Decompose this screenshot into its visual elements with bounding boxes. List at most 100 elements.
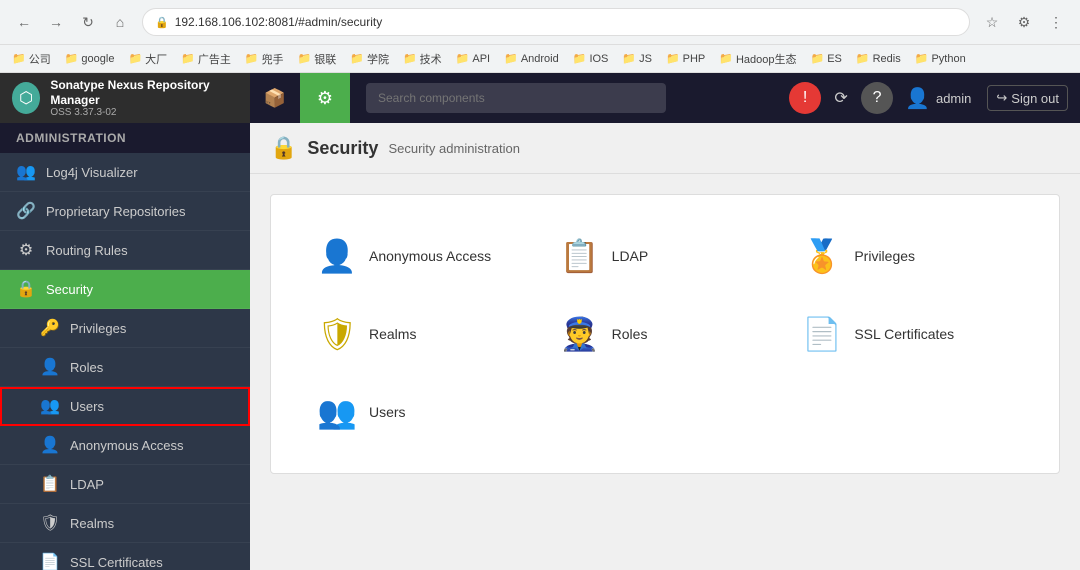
realms-grid-icon: 🛡 [317, 315, 357, 353]
sidebar-item-anonymous-label: Anonymous Access [70, 438, 183, 453]
sidebar-item-security-label: Security [46, 282, 93, 297]
logo-text: Sonatype Nexus Repository Manager OSS 3.… [50, 78, 238, 118]
sidebar-item-ldap-label: LDAP [70, 477, 104, 492]
home-button[interactable]: ⌂ [106, 8, 134, 36]
sidebar-item-users[interactable]: 👥 Users [0, 387, 250, 426]
security-icon: 🔒 [16, 279, 36, 299]
sign-out-button[interactable]: ↪ Sign out [987, 85, 1068, 111]
admin-label: admin [936, 91, 971, 106]
bookmark-doushou[interactable]: 📁 兜手 [241, 49, 288, 69]
bookmark-js[interactable]: 📁 JS [618, 50, 656, 67]
app-version: OSS 3.37.3-02 [50, 107, 238, 118]
log4j-icon: 👥 [16, 162, 36, 182]
bookmark-php[interactable]: 📁 PHP [662, 50, 709, 67]
bookmark-redis[interactable]: 📁 Redis [852, 50, 905, 67]
privileges-label: Privileges [854, 248, 915, 264]
forward-button[interactable]: → [42, 8, 70, 36]
privileges-grid-icon: 🏅 [802, 237, 842, 275]
grid-item-roles[interactable]: 👮 Roles [544, 303, 787, 365]
sidebar-item-log4j[interactable]: 👥 Log4j Visualizer [0, 153, 250, 192]
search-input[interactable] [366, 83, 666, 113]
sidebar-item-roles[interactable]: 👤 Roles [0, 348, 250, 387]
content-body: 👤 Anonymous Access 📋 LDAP 🏅 Privileges 🛡… [250, 174, 1080, 494]
admin-user[interactable]: 👤 admin [897, 82, 979, 115]
roles-icon: 👤 [40, 357, 60, 377]
ldap-label: LDAP [612, 248, 649, 264]
nav-browse-button[interactable]: 📦 [250, 73, 300, 123]
sidebar-item-proprietary[interactable]: 🔗 Proprietary Repositories [0, 192, 250, 231]
bookmark-google[interactable]: 📁 google [61, 50, 119, 67]
bookmark-yinlian[interactable]: 📁 银联 [294, 49, 341, 69]
sidebar: Administration 👥 Log4j Visualizer 🔗 Prop… [0, 123, 250, 570]
sidebar-item-routing[interactable]: ⚙ Routing Rules [0, 231, 250, 270]
alert-icon[interactable]: ! [789, 82, 821, 114]
bookmark-api[interactable]: 📁 API [452, 50, 494, 67]
grid-item-anonymous[interactable]: 👤 Anonymous Access [301, 225, 544, 287]
app-title: Sonatype Nexus Repository Manager [50, 78, 238, 107]
sidebar-item-realms[interactable]: 🛡 Realms [0, 504, 250, 543]
help-icon[interactable]: ? [861, 82, 893, 114]
bookmark-dachang[interactable]: 📁 大厂 [124, 49, 171, 69]
grid-item-privileges[interactable]: 🏅 Privileges [786, 225, 1029, 287]
user-icon: 👤 [905, 86, 930, 111]
sidebar-item-ssl[interactable]: 📄 SSL Certificates [0, 543, 250, 570]
users-label: Users [369, 404, 406, 420]
sidebar-item-log4j-label: Log4j Visualizer [46, 165, 138, 180]
routing-icon: ⚙ [16, 240, 36, 260]
sidebar-item-privileges[interactable]: 🔑 Privileges [0, 309, 250, 348]
bookmark-hadoop[interactable]: 📁 Hadoop生态 [715, 49, 800, 69]
page-title: Security [307, 138, 378, 159]
bookmark-guanggao[interactable]: 📁 广告主 [177, 49, 235, 69]
browser-actions: ☆ ⚙ ⋮ [978, 8, 1070, 36]
browser-chrome: ← → ↻ ⌂ 🔒 192.168.106.102:8081/#admin/se… [0, 0, 1080, 45]
users-icon: 👥 [40, 396, 60, 416]
bookmark-xueyuan[interactable]: 📁 学院 [346, 49, 393, 69]
header-nav: 📦 ⚙ [250, 73, 350, 123]
app-logo: ⬡ Sonatype Nexus Repository Manager OSS … [0, 73, 250, 123]
realms-label: Realms [369, 326, 416, 342]
header-search [366, 83, 773, 113]
page-icon: 🔒 [270, 135, 297, 161]
bookmark-es[interactable]: 📁 ES [807, 50, 846, 67]
sidebar-item-ldap[interactable]: 📋 LDAP [0, 465, 250, 504]
sidebar-item-privileges-label: Privileges [70, 321, 126, 336]
grid-item-ssl[interactable]: 📄 SSL Certificates [786, 303, 1029, 365]
refresh-button[interactable]: ↻ [74, 8, 102, 36]
ssl-grid-icon: 📄 [802, 315, 842, 353]
address-bar[interactable]: 🔒 192.168.106.102:8081/#admin/security [142, 8, 970, 36]
logo-icon: ⬡ [12, 82, 40, 114]
anonymous-icon: 👤 [40, 435, 60, 455]
sidebar-item-realms-label: Realms [70, 516, 114, 531]
sidebar-item-anonymous[interactable]: 👤 Anonymous Access [0, 426, 250, 465]
refresh-icon[interactable]: ⟳ [825, 82, 857, 114]
sidebar-item-ssl-label: SSL Certificates [70, 555, 163, 570]
lock-icon: 🔒 [155, 16, 169, 29]
security-grid: 👤 Anonymous Access 📋 LDAP 🏅 Privileges 🛡… [301, 225, 1029, 443]
bookmark-button[interactable]: ☆ [978, 8, 1006, 36]
nav-admin-button[interactable]: ⚙ [300, 73, 350, 123]
ldap-grid-icon: 📋 [560, 237, 600, 275]
bookmark-jishu[interactable]: 📁 技术 [399, 49, 446, 69]
app-header: ⬡ Sonatype Nexus Repository Manager OSS … [0, 73, 1080, 123]
bookmark-gongsi[interactable]: 📁 公司 [8, 49, 55, 69]
sidebar-item-security[interactable]: 🔒 Security [0, 270, 250, 309]
bookmark-ios[interactable]: 📁 IOS [569, 50, 613, 67]
back-button[interactable]: ← [10, 8, 38, 36]
sign-out-label: Sign out [1011, 91, 1059, 106]
more-button[interactable]: ⋮ [1042, 8, 1070, 36]
content-header: 🔒 Security Security administration [250, 123, 1080, 174]
ssl-label: SSL Certificates [854, 326, 954, 342]
grid-item-users[interactable]: 👥 Users [301, 381, 544, 443]
roles-grid-icon: 👮 [560, 315, 600, 353]
main-layout: Administration 👥 Log4j Visualizer 🔗 Prop… [0, 123, 1080, 570]
bookmark-android[interactable]: 📁 Android [500, 50, 563, 67]
sidebar-item-users-label: Users [70, 399, 104, 414]
grid-item-ldap[interactable]: 📋 LDAP [544, 225, 787, 287]
bookmark-python[interactable]: 📁 Python [911, 50, 970, 67]
content-area: 🔒 Security Security administration 👤 Ano… [250, 123, 1080, 570]
extensions-button[interactable]: ⚙ [1010, 8, 1038, 36]
proprietary-icon: 🔗 [16, 201, 36, 221]
header-right: ! ⟳ ? 👤 admin ↪ Sign out [789, 82, 1080, 115]
anonymous-access-icon: 👤 [317, 237, 357, 275]
grid-item-realms[interactable]: 🛡 Realms [301, 303, 544, 365]
